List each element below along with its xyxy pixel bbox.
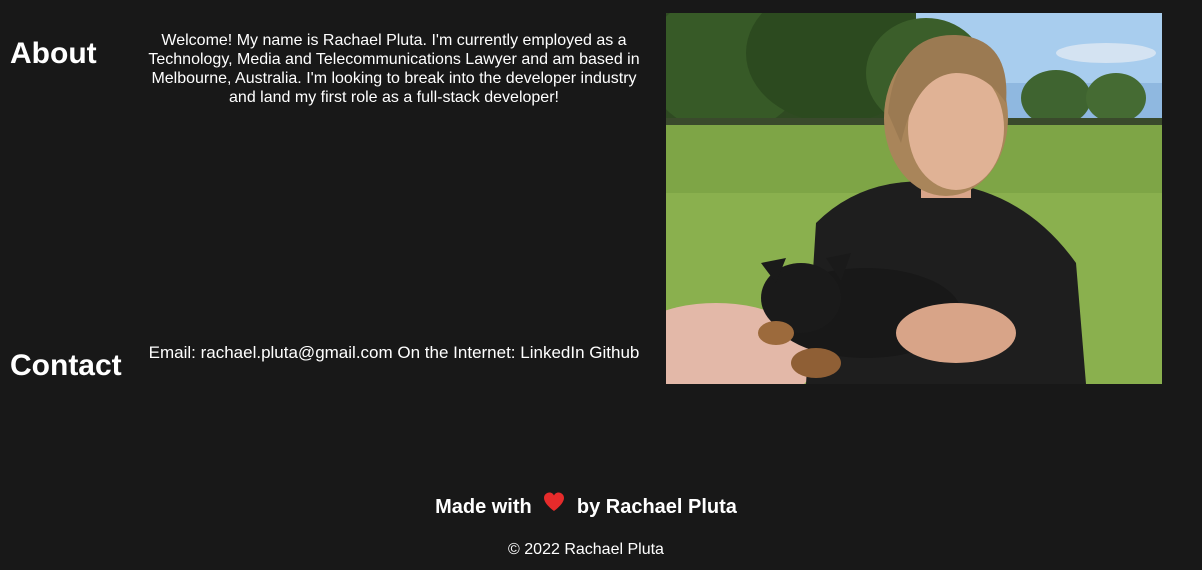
by-author-label: by Rachael Pluta xyxy=(576,496,737,518)
contact-heading: Contact xyxy=(10,349,122,382)
email-label: Email: xyxy=(148,343,201,362)
email-link[interactable]: rachael.pluta@gmail.com xyxy=(201,343,393,362)
profile-photo xyxy=(666,13,1162,384)
about-text: Welcome! My name is Rachael Pluta. I'm c… xyxy=(148,32,640,106)
heart-icon xyxy=(543,492,565,519)
linkedin-link[interactable]: LinkedIn xyxy=(520,343,584,362)
contact-text: Email: rachael.pluta@gmail.com On the In… xyxy=(146,342,642,363)
footer-made-with: Made with by Rachael Pluta xyxy=(0,492,1172,521)
copyright: © 2022 Rachael Pluta xyxy=(508,541,664,558)
about-heading: About xyxy=(10,37,97,70)
page: About Welcome! My name is Rachael Pluta.… xyxy=(0,0,1202,570)
made-with-label: Made with xyxy=(435,496,532,518)
github-link[interactable]: Github xyxy=(589,343,639,362)
internet-label: On the Internet: xyxy=(397,343,521,362)
